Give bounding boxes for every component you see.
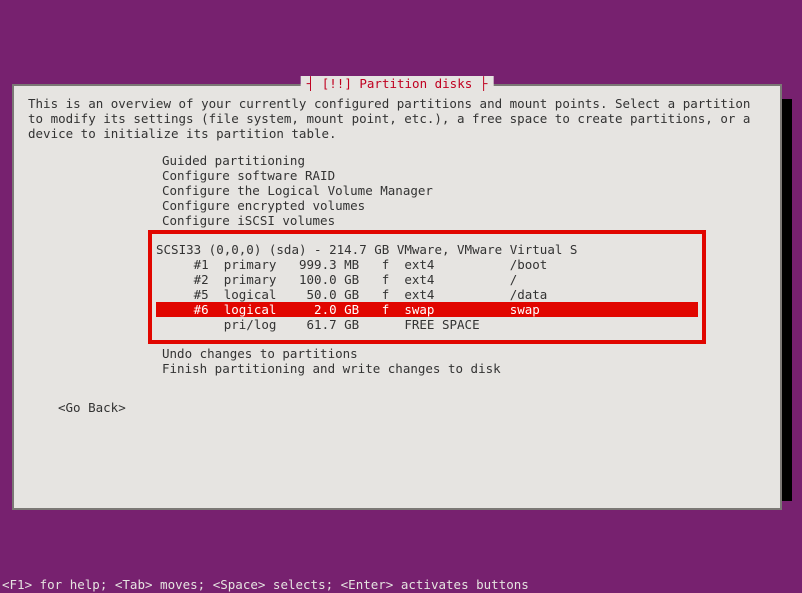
help-bar: <F1> for help; <Tab> moves; <Space> sele… xyxy=(0,576,802,593)
partition-list: #1 primary 999.3 MB f ext4 /boot #2 prim… xyxy=(156,257,698,332)
dialog-description: This is an overview of your currently co… xyxy=(28,96,766,141)
menu-raid[interactable]: Configure software RAID xyxy=(162,168,766,183)
menu-lvm[interactable]: Configure the Logical Volume Manager xyxy=(162,183,766,198)
partition-dialog: ┤ [!!] Partition disks ├ This is an over… xyxy=(12,84,782,510)
partition-row[interactable]: #1 primary 999.3 MB f ext4 /boot xyxy=(156,257,698,272)
menu-undo[interactable]: Undo changes to partitions xyxy=(162,346,766,361)
partition-row[interactable]: #6 logical 2.0 GB f swap swap xyxy=(156,302,698,317)
go-back-button[interactable]: <Go Back> xyxy=(58,400,766,415)
partition-row[interactable]: #2 primary 100.0 GB f ext4 / xyxy=(156,272,698,287)
disk-header[interactable]: SCSI33 (0,0,0) (sda) - 214.7 GB VMware, … xyxy=(156,242,698,257)
menu-top: Guided partitioning Configure software R… xyxy=(162,153,766,228)
dialog-panel: ┤ [!!] Partition disks ├ This is an over… xyxy=(12,84,782,510)
disk-highlight-box: SCSI33 (0,0,0) (sda) - 214.7 GB VMware, … xyxy=(148,230,706,344)
partition-row[interactable]: pri/log 61.7 GB FREE SPACE xyxy=(156,317,698,332)
partition-row[interactable]: #5 logical 50.0 GB f ext4 /data xyxy=(156,287,698,302)
menu-guided[interactable]: Guided partitioning xyxy=(162,153,766,168)
menu-finish[interactable]: Finish partitioning and write changes to… xyxy=(162,361,766,376)
menu-iscsi[interactable]: Configure iSCSI volumes xyxy=(162,213,766,228)
menu-enc[interactable]: Configure encrypted volumes xyxy=(162,198,766,213)
dialog-title: ┤ [!!] Partition disks ├ xyxy=(301,76,494,91)
dialog-title-text: [!!] Partition disks xyxy=(322,76,473,91)
menu-bottom: Undo changes to partitions Finish partit… xyxy=(162,346,766,376)
